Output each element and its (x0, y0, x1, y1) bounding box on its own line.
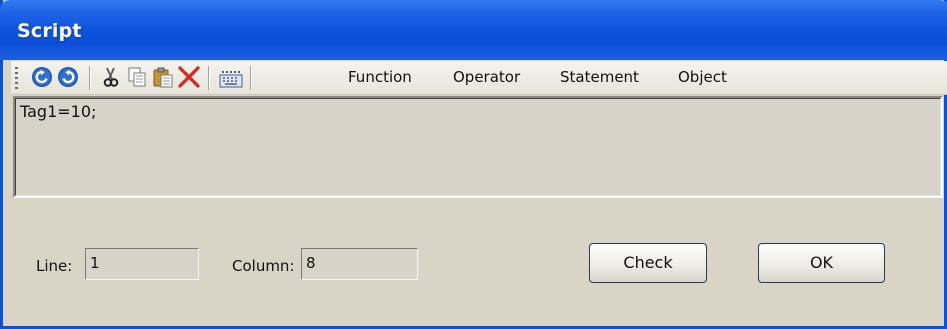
cut-icon[interactable] (98, 64, 124, 90)
undo-icon[interactable] (29, 64, 55, 90)
redo-icon[interactable] (55, 64, 81, 90)
column-field: 8 (301, 248, 418, 280)
menu-object[interactable]: Object (678, 66, 727, 88)
copy-icon[interactable] (124, 64, 150, 90)
delete-icon[interactable] (176, 64, 202, 90)
line-label: Line: (36, 257, 73, 275)
toolbar: Function Operator Statement Object (11, 61, 947, 95)
window-title: Script (17, 20, 82, 42)
script-editor-frame (15, 98, 941, 196)
toolbar-separator (250, 66, 252, 90)
script-editor[interactable]: Tag1=10; (13, 96, 943, 198)
script-editor-text[interactable]: Tag1=10; (20, 102, 96, 121)
toolbar-separator (89, 66, 91, 90)
line-field: 1 (85, 248, 199, 280)
paste-icon[interactable] (150, 64, 176, 90)
title-bar[interactable]: Script (0, 0, 947, 60)
check-button[interactable]: Check (589, 243, 707, 283)
ok-button[interactable]: OK (758, 243, 885, 283)
toolbar-grip[interactable] (15, 67, 18, 89)
toolbar-separator (208, 66, 210, 90)
keyboard-icon[interactable] (218, 64, 244, 90)
menu-statement[interactable]: Statement (560, 66, 639, 88)
menu-operator[interactable]: Operator (453, 66, 520, 88)
column-label: Column: (232, 257, 295, 275)
script-window: Script Function Operator Statement Objec… (0, 0, 947, 329)
menu-function[interactable]: Function (348, 66, 412, 88)
